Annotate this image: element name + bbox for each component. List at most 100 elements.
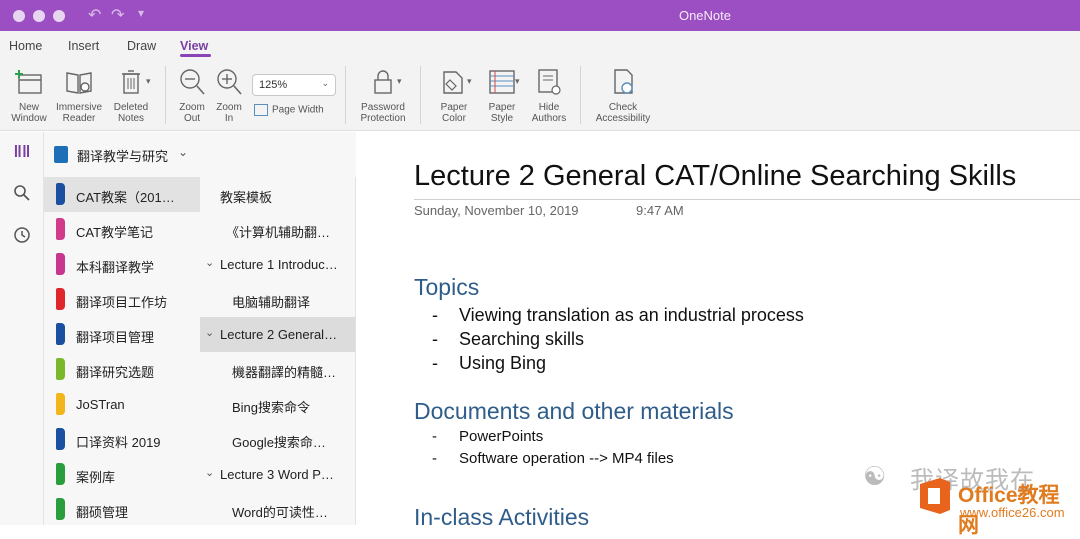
paint-bucket-icon — [443, 71, 463, 94]
collapse-chevron-icon[interactable]: ⌄ — [205, 466, 214, 479]
page-item[interactable]: 機器翻譯的精髓… — [200, 352, 355, 387]
page-item[interactable]: 《计算机辅助翻… — [200, 212, 355, 247]
tab-draw[interactable]: Draw — [127, 39, 156, 53]
list-item[interactable]: Software operation --> MP4 files — [432, 448, 674, 470]
section-item[interactable]: 翻硕管理 — [44, 492, 200, 527]
section-item[interactable]: CAT教学笔记 — [44, 212, 200, 247]
activities-heading[interactable]: In-class Activities — [414, 504, 589, 525]
section-item[interactable]: 翻译项目管理 — [44, 317, 200, 352]
section-color-tab — [56, 183, 65, 205]
topics-heading[interactable]: Topics — [414, 274, 479, 301]
active-tab-indicator — [180, 54, 211, 57]
ribbon-divider — [345, 66, 346, 124]
section-color-tab — [56, 323, 65, 345]
zoom-level-select[interactable]: 125% ⌄ — [252, 74, 336, 96]
section-item[interactable]: CAT教案（201… — [44, 177, 200, 212]
ribbon: New Window Immersive Reader Deleted Note… — [0, 58, 1080, 131]
zoom-in-label-1: Zoom — [216, 102, 242, 113]
password-protection-button[interactable]: Password Protection — [355, 66, 411, 124]
wechat-watermark-icon: ☯ — [863, 461, 887, 491]
page-item[interactable]: Word的可读性… — [200, 492, 355, 527]
paper-style-label-1: Paper — [488, 102, 516, 113]
hide-authors-button[interactable]: Hide Authors — [528, 66, 570, 124]
deleted-notes-button[interactable]: Deleted Notes — [108, 66, 154, 124]
page-item[interactable]: 电脑辅助翻译 — [200, 282, 355, 317]
list-item[interactable]: PowerPoints — [432, 426, 674, 448]
page-title[interactable]: Lecture 2 General CAT/Online Searching S… — [414, 160, 1016, 193]
page-label: Lecture 3 Word P… — [220, 467, 334, 482]
ruled-lines-icon — [489, 70, 515, 94]
recent-notes-clock-icon[interactable] — [9, 226, 35, 252]
page-item[interactable]: ⌄ Lecture 2 General… — [200, 317, 355, 352]
ribbon-tabs: Home Insert Draw View — [0, 31, 1080, 61]
paper-style-label-2: Style — [490, 113, 514, 124]
page-item[interactable]: ⌄ Lecture 1 Introduc… — [200, 247, 355, 282]
section-item[interactable]: 翻译项目工作坊 — [44, 282, 200, 317]
page-item[interactable]: 教案模板 — [200, 177, 355, 212]
page-item[interactable]: ⌄ Lecture 3 Word P… — [200, 457, 355, 492]
notebook-title: 翻译教学与研究 — [77, 149, 169, 164]
ribbon-divider — [165, 66, 166, 124]
page-date: Sunday, November 10, 2019 — [414, 203, 579, 218]
page-width-button[interactable]: Page Width — [254, 104, 324, 116]
tab-home[interactable]: Home — [9, 39, 42, 53]
collapse-chevron-icon[interactable]: ⌄ — [205, 326, 214, 339]
check-accessibility-label-1: Check — [608, 102, 638, 113]
zoom-out-label-2: Out — [183, 113, 201, 124]
new-window-button[interactable]: New Window — [6, 66, 52, 124]
page-label: 电脑辅助翻译 — [232, 295, 311, 310]
page-item[interactable]: Bing搜索命令 — [200, 387, 355, 422]
list-item[interactable]: Using Bing — [432, 351, 804, 375]
search-icon[interactable] — [9, 184, 35, 210]
paper-color-button[interactable]: Paper Color — [433, 66, 475, 124]
paper-style-button[interactable]: Paper Style — [481, 66, 523, 124]
notebook-icon — [54, 146, 68, 163]
page-label: 機器翻譯的精髓… — [232, 365, 337, 380]
section-label: 翻译项目工作坊 — [76, 295, 168, 310]
immersive-reader-button[interactable]: Immersive Reader — [53, 66, 105, 124]
paper-color-label-1: Paper — [440, 102, 468, 113]
tab-insert[interactable]: Insert — [68, 39, 99, 53]
zoom-in-label-2: In — [224, 113, 234, 124]
page-label: Google搜索命… — [232, 435, 326, 450]
chevron-down-icon[interactable]: ▾ — [467, 76, 472, 87]
section-label: 翻译项目管理 — [76, 330, 155, 345]
documents-heading[interactable]: Documents and other materials — [414, 398, 734, 425]
chevron-down-icon[interactable]: ▾ — [515, 76, 520, 87]
list-item[interactable]: Viewing translation as an industrial pro… — [432, 303, 804, 327]
check-accessibility-button[interactable]: Check Accessibility — [590, 66, 656, 124]
chevron-down-icon[interactable]: ▾ — [146, 76, 151, 87]
zoom-in-button[interactable]: Zoom In — [209, 66, 249, 124]
page-label: Lecture 1 Introduc… — [220, 257, 338, 272]
list-item[interactable]: Searching skills — [432, 327, 804, 351]
immersive-reader-label-1: Immersive — [55, 102, 103, 113]
section-label: 口译资料 2019 — [76, 435, 161, 450]
section-item[interactable]: 翻译研究选题 — [44, 352, 200, 387]
section-item[interactable]: 本科翻译教学 — [44, 247, 200, 282]
page-time: 9:47 AM — [636, 203, 684, 218]
immersive-reader-label-2: Reader — [62, 113, 96, 124]
chevron-down-icon: ⌄ — [321, 78, 329, 88]
section-item[interactable]: 案例库 — [44, 457, 200, 492]
check-accessibility-label-2: Accessibility — [595, 113, 651, 124]
tab-view[interactable]: View — [180, 39, 208, 53]
notebook-picker[interactable]: 翻译教学与研究 ⌄ — [44, 132, 356, 177]
hide-authors-icon — [538, 69, 561, 95]
page-width-label: Page Width — [272, 104, 324, 116]
navigation-rail: ‖‖ — [0, 132, 44, 525]
notebooks-icon[interactable]: ‖‖ — [9, 142, 35, 168]
zoom-out-button[interactable]: Zoom Out — [172, 66, 212, 124]
section-item[interactable]: JoSTran — [44, 387, 200, 422]
page-label: Bing搜索命令 — [232, 400, 311, 415]
section-color-tab — [56, 288, 65, 310]
zoom-level-value: 125% — [259, 79, 288, 91]
new-window-label-2: Window — [11, 113, 47, 124]
section-item[interactable]: 口译资料 2019 — [44, 422, 200, 457]
watermark-url: www.office26.com — [960, 505, 1065, 520]
collapse-chevron-icon[interactable]: ⌄ — [205, 256, 214, 269]
immersive-reader-icon — [66, 72, 92, 94]
section-color-tab — [56, 358, 65, 380]
page-item[interactable]: Google搜索命… — [200, 422, 355, 457]
ribbon-divider — [420, 66, 421, 124]
chevron-down-icon[interactable]: ▾ — [397, 76, 402, 87]
